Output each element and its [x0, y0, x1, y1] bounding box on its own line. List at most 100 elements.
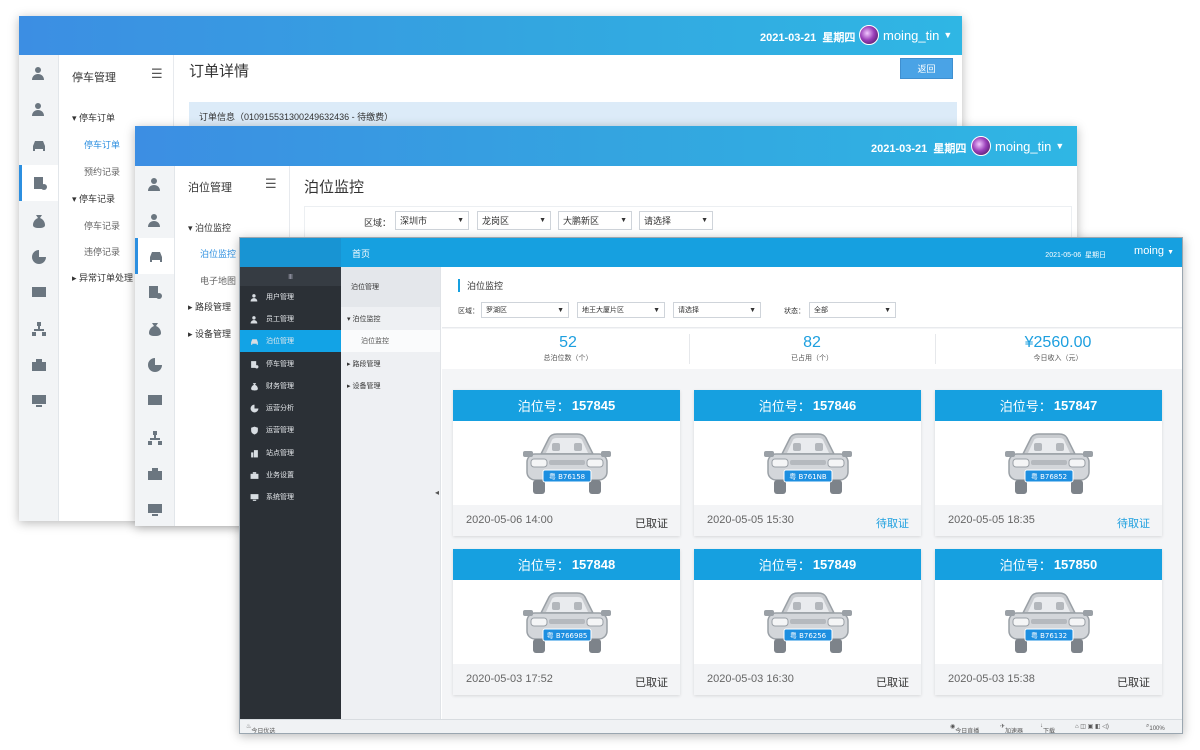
nav-group-monitor[interactable]: ▾ 泊位监控: [347, 314, 380, 324]
status-accel[interactable]: ✈ 加速器: [1000, 723, 1023, 733]
nav-group-roads[interactable]: ▸ 路段管理: [347, 359, 380, 369]
berth-card[interactable]: 泊位号： 157846 粤 B761NB 2020-05-05 15:30 待取证: [694, 390, 921, 536]
rail-monitor[interactable]: [135, 383, 174, 419]
district-select[interactable]: 龙岗区 ▼: [477, 211, 551, 230]
sidebar-label: 用户管理: [266, 294, 294, 301]
group-label: 路段管理: [352, 361, 381, 368]
back-button[interactable]: 返回: [900, 58, 953, 79]
filter-header: 泊位监控 区域： 罗湖区 ▼ 地王大厦片区 ▼ 请选择 ▼ 状态： 全部 ▼: [442, 267, 1182, 328]
select-value: 深圳市: [400, 216, 428, 226]
user-menu[interactable]: moing_tin ▼: [859, 25, 952, 45]
status-download[interactable]: ↓ 下载: [1040, 723, 1055, 733]
city-select[interactable]: 深圳市 ▼: [395, 211, 469, 230]
user-menu[interactable]: moing_tin ▼: [971, 136, 1064, 156]
road-select[interactable]: 请选择 ▼: [673, 302, 761, 318]
svg-text:粤 B76132: 粤 B76132: [1031, 631, 1067, 640]
rail-staff[interactable]: [135, 202, 174, 238]
sidebar-toggle[interactable]: Ⅲ: [240, 267, 341, 286]
nav-group-roads[interactable]: ▸ 路段管理: [188, 300, 231, 313]
sidebar-item-business[interactable]: 业务设置: [240, 464, 341, 486]
rail-finance[interactable]: [19, 203, 58, 239]
parking-time: 2020-05-03 15:38: [948, 673, 1035, 685]
subdistrict-select[interactable]: 大鹏新区 ▼: [558, 211, 632, 230]
status-tools-icon[interactable]: ⌂ ◫ ▣ ◧ ◁): [1075, 723, 1109, 730]
nav-item-map[interactable]: 电子地图: [200, 274, 236, 287]
sidebar-item-parking[interactable]: 停车管理: [240, 353, 341, 375]
rail-org[interactable]: [135, 420, 174, 456]
zone-select[interactable]: 请选择 ▼: [639, 211, 713, 230]
zone-select[interactable]: 地王大厦片区 ▼: [577, 302, 665, 318]
sidebar-item-users[interactable]: 用户管理: [240, 286, 341, 308]
rail-business[interactable]: [135, 456, 174, 492]
nav-item-violations[interactable]: 违停记录: [84, 245, 120, 258]
rail-org[interactable]: [19, 311, 58, 347]
car-icon: [250, 337, 259, 346]
menu-icon[interactable]: ☰: [265, 176, 277, 192]
area-label: 区域：: [364, 218, 392, 228]
nav-item-monitor[interactable]: 泊位监控: [200, 247, 236, 260]
nav-group-devices[interactable]: ▸ 设备管理: [347, 381, 380, 391]
nav-item-reservations[interactable]: 预约记录: [84, 165, 120, 178]
status-live[interactable]: ◉ 今日直播: [950, 723, 979, 733]
page-title: 泊位监控: [304, 179, 365, 196]
berth-card[interactable]: 泊位号： 157848 粤 B766985 2020-05-03 17:52 已取…: [453, 549, 680, 695]
group-label: 停车订单: [79, 113, 116, 123]
rail-staff[interactable]: [19, 91, 58, 127]
briefcase-icon: [147, 468, 162, 480]
rail-business[interactable]: [19, 347, 58, 383]
status-live-text: 今日直播: [955, 729, 980, 734]
rail-parking[interactable]: [19, 127, 58, 163]
status-zoom[interactable]: ⌕ 100%: [1146, 723, 1165, 732]
car-image: 粤 B766985: [519, 589, 615, 657]
rail-user[interactable]: [19, 55, 58, 91]
nav-group-orders[interactable]: ▾ 停车订单: [72, 111, 115, 124]
evidence-status[interactable]: 待取证: [876, 515, 909, 531]
nav-item-monitor[interactable]: 泊位监控: [341, 330, 440, 352]
nav-group-devices[interactable]: ▸ 设备管理: [188, 327, 231, 340]
nav-group-monitor[interactable]: ▾ 泊位监控: [188, 221, 231, 234]
svg-text:粤 B76852: 粤 B76852: [1031, 472, 1067, 481]
sidebar-item-stations[interactable]: 站点管理: [240, 442, 341, 464]
rail-analysis[interactable]: [135, 347, 174, 383]
rail-system[interactable]: [135, 492, 174, 526]
berth-card[interactable]: 泊位号： 157849 粤 B76256 2020-05-03 16:30 已取证: [694, 549, 921, 695]
status-select[interactable]: 全部 ▼: [809, 302, 896, 318]
home-link[interactable]: 首页: [352, 247, 370, 260]
sidebar-label: 系统管理: [266, 494, 294, 501]
rail-order[interactable]: [135, 274, 174, 310]
sidebar-item-operations[interactable]: 运营管理: [240, 419, 341, 441]
berth-card[interactable]: 泊位号： 157850 粤 B76132 2020-05-03 15:38 已取证: [935, 549, 1162, 695]
rail-parking[interactable]: [135, 238, 174, 274]
rail-order[interactable]: [19, 165, 58, 201]
car-front-icon: 粤 B76132: [1005, 592, 1093, 653]
sidebar-item-system[interactable]: 系统管理: [240, 486, 341, 508]
chevron-down-icon: ▼: [943, 30, 953, 40]
sidebar-label: 停车管理: [266, 361, 294, 368]
org-tree-icon: [31, 322, 46, 336]
chevron-down-icon: ▼: [884, 306, 891, 314]
nav-group-records[interactable]: ▾ 停车记录: [72, 192, 115, 205]
nav-item-records[interactable]: 停车记录: [84, 219, 120, 232]
menu-icon[interactable]: ☰: [151, 66, 163, 82]
rail-finance[interactable]: [135, 311, 174, 347]
nav-item-orders[interactable]: 停车订单: [84, 138, 120, 151]
berth-card[interactable]: 泊位号： 157847 粤 B76852 2020-05-05 18:35 待取证: [935, 390, 1162, 536]
berth-prefix: 泊位号：: [758, 558, 811, 573]
user-menu[interactable]: moing ▼: [1134, 245, 1174, 257]
sidebar-item-staff[interactable]: 员工管理: [240, 308, 341, 330]
chevron-down-icon: ▼: [701, 217, 708, 224]
pie-chart-icon: [31, 250, 46, 264]
status-left[interactable]: ♨ 今日优选: [246, 723, 275, 733]
sidebar-item-analysis[interactable]: 运营分析: [240, 397, 341, 419]
sidebar-item-berth[interactable]: 泊位管理: [240, 330, 341, 352]
rail-analysis[interactable]: [19, 239, 58, 275]
berth-card[interactable]: 泊位号： 157845 粤 B76158 2020-05-06 14:00 已取证: [453, 390, 680, 536]
nav-group-exceptions[interactable]: ▸ 异常订单处理: [72, 271, 133, 284]
rail-user[interactable]: [135, 166, 174, 202]
rail-system[interactable]: [19, 383, 58, 419]
evidence-status[interactable]: 待取证: [1117, 515, 1150, 531]
district-select[interactable]: 罗湖区 ▼: [481, 302, 569, 318]
rail-monitor[interactable]: [19, 275, 58, 311]
sidebar-item-finance[interactable]: 财务管理: [240, 375, 341, 397]
chevron-down-icon: ▼: [749, 306, 756, 314]
